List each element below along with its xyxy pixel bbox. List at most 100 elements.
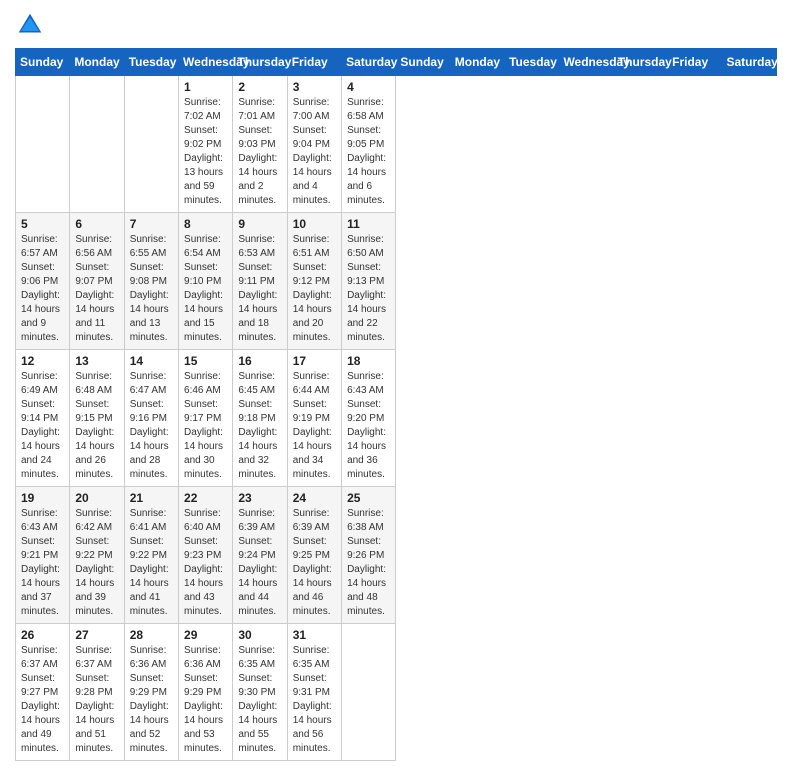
calendar-cell: 20 Sunrise: 6:42 AM Sunset: 9:22 PM Dayli… [70, 487, 124, 624]
day-number: 20 [75, 491, 118, 505]
calendar-cell: 13 Sunrise: 6:48 AM Sunset: 9:15 PM Dayli… [70, 350, 124, 487]
day-number: 31 [293, 628, 336, 642]
calendar-cell: 22 Sunrise: 6:40 AM Sunset: 9:23 PM Dayli… [179, 487, 233, 624]
day-number: 16 [238, 354, 281, 368]
day-info: Sunrise: 6:46 AM Sunset: 9:17 PM Dayligh… [184, 370, 227, 482]
calendar-cell [70, 76, 124, 213]
day-number: 8 [184, 217, 227, 231]
calendar-cell: 16 Sunrise: 6:45 AM Sunset: 9:18 PM Dayli… [233, 350, 287, 487]
day-number: 30 [238, 628, 281, 642]
logo-icon [15, 10, 45, 40]
calendar-cell: 6 Sunrise: 6:56 AM Sunset: 9:07 PM Daylig… [70, 213, 124, 350]
day-number: 10 [293, 217, 336, 231]
day-info: Sunrise: 6:58 AM Sunset: 9:05 PM Dayligh… [347, 96, 390, 208]
day-number: 6 [75, 217, 118, 231]
calendar-cell: 19 Sunrise: 6:43 AM Sunset: 9:21 PM Dayli… [16, 487, 70, 624]
calendar-cell: 11Sunrise: 6:50 AM Sunset: 9:13 PM Dayli… [342, 213, 396, 350]
day-info: Sunrise: 6:44 AM Sunset: 9:19 PM Dayligh… [293, 370, 336, 482]
calendar-cell: 8Sunrise: 6:54 AM Sunset: 9:10 PM Daylig… [179, 213, 233, 350]
calendar-cell: 30 Sunrise: 6:35 AM Sunset: 9:30 PM Dayli… [233, 624, 287, 761]
day-number: 17 [293, 354, 336, 368]
calendar-cell: 5Sunrise: 6:57 AM Sunset: 9:06 PM Daylig… [16, 213, 70, 350]
day-info: Sunrise: 6:48 AM Sunset: 9:15 PM Dayligh… [75, 370, 118, 482]
weekday-header: Friday [668, 49, 722, 76]
calendar-cell: 29 Sunrise: 6:36 AM Sunset: 9:29 PM Dayli… [179, 624, 233, 761]
day-info: Sunrise: 6:57 AM Sunset: 9:06 PM Dayligh… [21, 233, 64, 345]
day-number: 11 [347, 217, 390, 231]
day-info: Sunrise: 6:45 AM Sunset: 9:18 PM Dayligh… [238, 370, 281, 482]
calendar-cell: 7Sunrise: 6:55 AM Sunset: 9:08 PM Daylig… [124, 213, 178, 350]
day-number: 12 [21, 354, 64, 368]
calendar-cell: 31Sunrise: 6:35 AM Sunset: 9:31 PM Dayli… [287, 624, 341, 761]
weekday-header: Saturday [722, 49, 777, 76]
weekday-header: Monday [450, 49, 504, 76]
calendar-cell: 14Sunrise: 6:47 AM Sunset: 9:16 PM Dayli… [124, 350, 178, 487]
day-info: Sunrise: 7:00 AM Sunset: 9:04 PM Dayligh… [293, 96, 336, 208]
weekday-header-sunday: Sunday [16, 49, 70, 76]
day-info: Sunrise: 6:40 AM Sunset: 9:23 PM Dayligh… [184, 507, 227, 619]
calendar-cell: 24 Sunrise: 6:39 AM Sunset: 9:25 PM Dayli… [287, 487, 341, 624]
logo [15, 10, 49, 40]
day-number: 29 [184, 628, 227, 642]
day-info: Sunrise: 6:39 AM Sunset: 9:25 PM Dayligh… [293, 507, 336, 619]
day-number: 21 [130, 491, 173, 505]
calendar-cell: 12 Sunrise: 6:49 AM Sunset: 9:14 PM Dayli… [16, 350, 70, 487]
calendar-cell: 10Sunrise: 6:51 AM Sunset: 9:12 PM Dayli… [287, 213, 341, 350]
calendar-week-row: 1 Sunrise: 7:02 AM Sunset: 9:02 PM Daylig… [16, 76, 777, 213]
day-info: Sunrise: 6:36 AM Sunset: 9:29 PM Dayligh… [184, 644, 227, 756]
day-number: 3 [293, 80, 336, 94]
weekday-header: Sunday [396, 49, 450, 76]
day-number: 15 [184, 354, 227, 368]
weekday-header: Wednesday [559, 49, 613, 76]
day-number: 18 [347, 354, 390, 368]
day-number: 23 [238, 491, 281, 505]
day-info: Sunrise: 6:35 AM Sunset: 9:30 PM Dayligh… [238, 644, 281, 756]
calendar-cell [16, 76, 70, 213]
calendar-cell: 28 Sunrise: 6:36 AM Sunset: 9:29 PM Dayli… [124, 624, 178, 761]
day-info: Sunrise: 6:37 AM Sunset: 9:28 PM Dayligh… [75, 644, 118, 756]
weekday-header-thursday: Thursday [233, 49, 287, 76]
day-number: 25 [347, 491, 390, 505]
day-info: Sunrise: 6:53 AM Sunset: 9:11 PM Dayligh… [238, 233, 281, 345]
day-number: 13 [75, 354, 118, 368]
weekday-header-row: SundayMondayTuesdayWednesdayThursdayFrid… [16, 49, 777, 76]
day-info: Sunrise: 6:43 AM Sunset: 9:21 PM Dayligh… [21, 507, 64, 619]
day-info: Sunrise: 7:02 AM Sunset: 9:02 PM Dayligh… [184, 96, 227, 208]
day-number: 24 [293, 491, 336, 505]
day-number: 19 [21, 491, 64, 505]
calendar-cell: 15 Sunrise: 6:46 AM Sunset: 9:17 PM Dayli… [179, 350, 233, 487]
day-number: 2 [238, 80, 281, 94]
day-number: 1 [184, 80, 227, 94]
calendar-week-row: 5Sunrise: 6:57 AM Sunset: 9:06 PM Daylig… [16, 213, 777, 350]
day-info: Sunrise: 6:36 AM Sunset: 9:29 PM Dayligh… [130, 644, 173, 756]
calendar-week-row: 26Sunrise: 6:37 AM Sunset: 9:27 PM Dayli… [16, 624, 777, 761]
calendar-cell: 9Sunrise: 6:53 AM Sunset: 9:11 PM Daylig… [233, 213, 287, 350]
day-info: Sunrise: 6:49 AM Sunset: 9:14 PM Dayligh… [21, 370, 64, 482]
day-info: Sunrise: 6:55 AM Sunset: 9:08 PM Dayligh… [130, 233, 173, 345]
calendar-cell: 3 Sunrise: 7:00 AM Sunset: 9:04 PM Daylig… [287, 76, 341, 213]
calendar-cell: 4 Sunrise: 6:58 AM Sunset: 9:05 PM Daylig… [342, 76, 396, 213]
day-info: Sunrise: 6:41 AM Sunset: 9:22 PM Dayligh… [130, 507, 173, 619]
day-number: 28 [130, 628, 173, 642]
weekday-header-wednesday: Wednesday [179, 49, 233, 76]
day-info: Sunrise: 6:56 AM Sunset: 9:07 PM Dayligh… [75, 233, 118, 345]
calendar-cell: 21 Sunrise: 6:41 AM Sunset: 9:22 PM Dayli… [124, 487, 178, 624]
calendar-cell: 26Sunrise: 6:37 AM Sunset: 9:27 PM Dayli… [16, 624, 70, 761]
weekday-header: Tuesday [505, 49, 559, 76]
weekday-header-saturday: Saturday [342, 49, 396, 76]
calendar-week-row: 12 Sunrise: 6:49 AM Sunset: 9:14 PM Dayli… [16, 350, 777, 487]
day-number: 4 [347, 80, 390, 94]
day-number: 27 [75, 628, 118, 642]
day-info: Sunrise: 6:39 AM Sunset: 9:24 PM Dayligh… [238, 507, 281, 619]
weekday-header: Thursday [613, 49, 667, 76]
day-info: Sunrise: 6:43 AM Sunset: 9:20 PM Dayligh… [347, 370, 390, 482]
calendar-cell: 23 Sunrise: 6:39 AM Sunset: 9:24 PM Dayli… [233, 487, 287, 624]
day-number: 22 [184, 491, 227, 505]
calendar-cell: 17 Sunrise: 6:44 AM Sunset: 9:19 PM Dayli… [287, 350, 341, 487]
weekday-header-tuesday: Tuesday [124, 49, 178, 76]
calendar-cell [342, 624, 396, 761]
day-info: Sunrise: 6:37 AM Sunset: 9:27 PM Dayligh… [21, 644, 64, 756]
day-info: Sunrise: 6:42 AM Sunset: 9:22 PM Dayligh… [75, 507, 118, 619]
weekday-header-monday: Monday [70, 49, 124, 76]
page-header [15, 10, 777, 40]
